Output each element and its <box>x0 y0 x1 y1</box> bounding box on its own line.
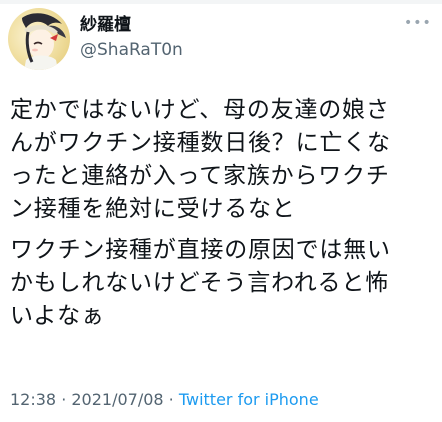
author-block: 紗羅檀 @ShaRaT0n <box>80 14 380 62</box>
tweet-source-link[interactable]: Twitter for iPhone <box>179 390 319 409</box>
tweet-line: ン接種を絶対に受けるなと <box>10 196 296 222</box>
tweet-date[interactable]: 2021/07/08 <box>71 390 163 409</box>
tweet-paragraph: 定かではないけど、母の友達の娘さ んがワクチン接種数日後？に亡くな ったと連絡が… <box>10 94 434 226</box>
tweet-line: ったと連絡が入って家族からワクチ <box>10 163 390 189</box>
tweet-line: いよなぁ <box>10 303 105 329</box>
meta-separator: · <box>163 390 179 409</box>
top-divider <box>0 0 442 4</box>
tweet-meta: 12:38 · 2021/07/08 · Twitter for iPhone <box>10 389 319 411</box>
tweet-text: 定かではないけど、母の友達の娘さ んがワクチン接種数日後？に亡くな ったと連絡が… <box>10 94 434 333</box>
more-options-icon[interactable]: ••• <box>404 14 431 32</box>
tweet-line: 定かではないけど、母の友達の娘さ <box>10 97 390 123</box>
user-handle[interactable]: @ShaRaT0n <box>80 38 380 62</box>
display-name[interactable]: 紗羅檀 <box>80 14 380 36</box>
tweet-time[interactable]: 12:38 <box>10 390 56 409</box>
anime-avatar-icon <box>22 13 66 70</box>
meta-separator: · <box>56 390 72 409</box>
tweet-paragraph: ワクチン接種が直接の原因では無い かもしれないけどそう言われると怖 いよなぁ <box>10 234 434 333</box>
tweet-line: んがワクチン接種数日後？に亡くな <box>10 130 391 156</box>
tweet-line: かもしれないけどそう言われると怖 <box>10 270 389 296</box>
tweet-line: ワクチン接種が直接の原因では無い <box>10 237 391 263</box>
avatar[interactable] <box>8 8 70 70</box>
